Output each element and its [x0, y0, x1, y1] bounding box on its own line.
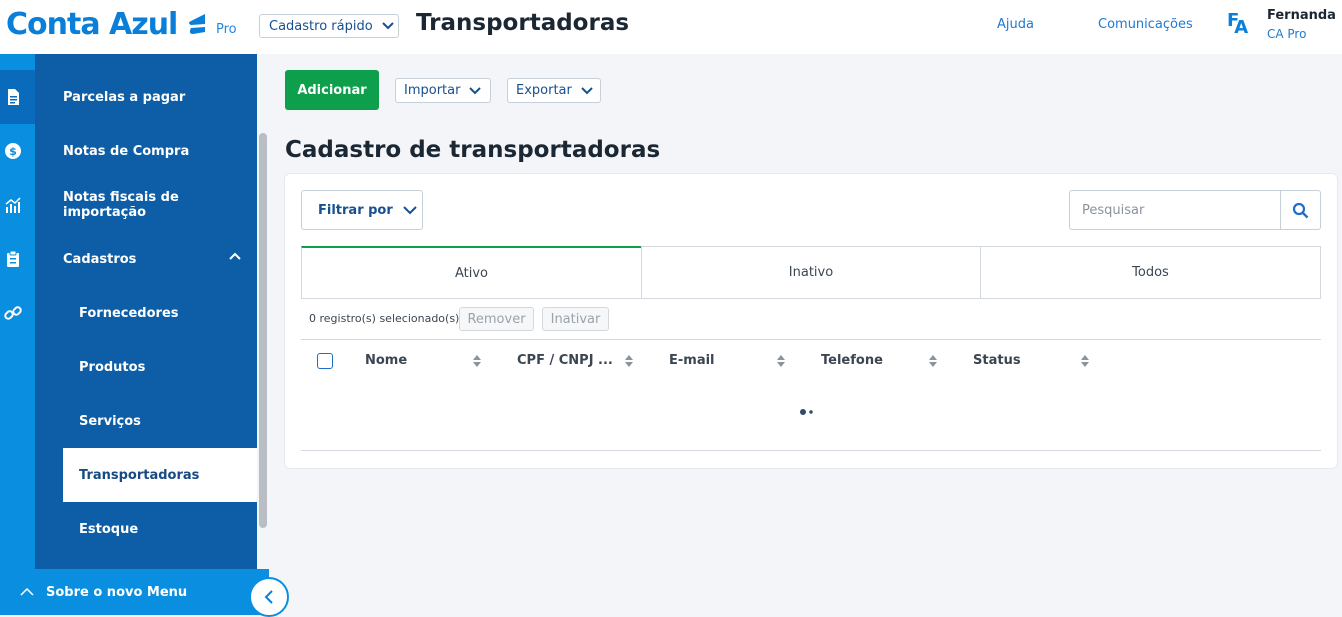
table-bottom-divider	[301, 450, 1321, 451]
column-header-email[interactable]: E-mail	[669, 353, 715, 368]
logo-mark-icon	[189, 14, 206, 34]
import-button-label: Importar	[404, 83, 461, 98]
top-header: Conta Azul Pro Cadastro rápido Transport…	[0, 0, 1342, 54]
sidebar-item-label: Produtos	[79, 359, 146, 375]
sidebar-item-cadastros[interactable]: Cadastros	[35, 232, 257, 286]
sidebar-item-label: Notas fiscais de importação	[63, 190, 179, 220]
sidebar-item-label: Cadastros	[63, 251, 137, 267]
chevron-down-icon	[381, 22, 394, 30]
section-title: Cadastro de transportadoras	[285, 137, 661, 163]
column-header-nome[interactable]: Nome	[365, 353, 407, 368]
sidebar-item-label: Fornecedores	[79, 305, 179, 321]
add-button-label: Adicionar	[297, 82, 367, 98]
sidebar-item-servicos[interactable]: Serviços	[35, 394, 257, 448]
logo[interactable]: Conta Azul	[6, 6, 207, 46]
select-all-checkbox[interactable]	[317, 353, 333, 369]
sort-icon[interactable]	[1080, 354, 1090, 368]
avatar[interactable]: FA	[1227, 10, 1251, 38]
remove-button[interactable]: Remover	[459, 307, 534, 331]
document-icon[interactable]	[4, 88, 22, 106]
sidebar-item-label: Transportadoras	[79, 467, 200, 483]
table-header-divider	[301, 339, 1321, 340]
column-header-telefone[interactable]: Telefone	[821, 353, 883, 368]
import-button[interactable]: Importar	[395, 78, 491, 103]
icon-rail: $	[0, 54, 35, 569]
tab-ativo[interactable]: Ativo	[301, 246, 642, 299]
collapse-sidebar-button[interactable]	[249, 577, 289, 617]
link-icon[interactable]	[4, 304, 22, 322]
sidebar-item-label: Parcelas a pagar	[63, 89, 186, 105]
search-button[interactable]	[1280, 190, 1321, 230]
sidebar: Parcelas a pagar Notas de Compra Notas f…	[35, 54, 257, 569]
chart-icon[interactable]	[4, 196, 22, 214]
sort-icon[interactable]	[776, 354, 786, 368]
communications-link[interactable]: Comunicações	[1098, 17, 1193, 32]
sidebar-item-label: Estoque	[79, 521, 139, 537]
chevron-down-icon	[581, 86, 593, 94]
new-menu-info-bar[interactable]: Sobre o novo Menu	[0, 569, 269, 615]
column-header-cpf-cnpj[interactable]: CPF / CNPJ ...	[517, 353, 613, 368]
search-placeholder: Pesquisar	[1082, 202, 1145, 218]
selection-count: 0 registro(s) selecionado(s)	[309, 312, 460, 325]
tab-inativo[interactable]: Inativo	[641, 246, 981, 299]
logo-pro-label: Pro	[216, 22, 237, 37]
tab-todos[interactable]: Todos	[980, 246, 1321, 299]
sidebar-item-transportadoras[interactable]: Transportadoras	[63, 448, 257, 502]
chevron-down-icon	[469, 86, 482, 94]
sidebar-item-parcelas-a-pagar[interactable]: Parcelas a pagar	[35, 70, 257, 124]
column-header-status[interactable]: Status	[973, 353, 1021, 368]
logo-text: Conta Azul	[6, 7, 178, 42]
deactivate-button[interactable]: Inativar	[542, 307, 609, 331]
sort-icon[interactable]	[928, 354, 938, 368]
sidebar-item-estoque[interactable]: Estoque	[35, 502, 257, 556]
user-plan: CA Pro	[1267, 27, 1307, 41]
export-button-label: Exportar	[516, 83, 572, 98]
sort-icon[interactable]	[624, 354, 634, 368]
tab-label: Inativo	[788, 265, 834, 280]
sidebar-item-produtos[interactable]: Produtos	[35, 340, 257, 394]
avatar-initial-second: A	[1234, 17, 1249, 38]
chevron-up-icon	[20, 588, 34, 596]
page-title: Transportadoras	[416, 10, 630, 36]
svg-text:$: $	[9, 145, 17, 158]
user-name[interactable]: Fernanda	[1267, 8, 1336, 23]
loading-spinner-icon	[800, 409, 813, 415]
tab-label: Todos	[1132, 265, 1169, 280]
search-icon	[1292, 202, 1309, 218]
help-link[interactable]: Ajuda	[997, 17, 1034, 32]
export-button[interactable]: Exportar	[507, 78, 601, 103]
new-menu-label: Sobre o novo Menu	[46, 584, 188, 600]
sidebar-item-label: Serviços	[79, 413, 141, 429]
sort-icon[interactable]	[472, 354, 482, 368]
chevron-down-icon	[403, 205, 417, 214]
tab-label: Ativo	[454, 265, 489, 281]
quick-register-label: Cadastro rápido	[269, 18, 373, 34]
sidebar-item-notas-de-compra[interactable]: Notas de Compra	[35, 124, 257, 178]
quick-register-button[interactable]: Cadastro rápido	[259, 14, 399, 38]
sidebar-item-label: Notas de Compra	[63, 143, 190, 159]
chevron-up-icon	[229, 252, 241, 260]
search-input[interactable]: Pesquisar	[1069, 190, 1281, 230]
deactivate-button-label: Inativar	[550, 311, 601, 327]
sidebar-item-fornecedores[interactable]: Fornecedores	[35, 286, 257, 340]
filter-button-label: Filtrar por	[318, 202, 393, 218]
clipboard-icon[interactable]	[4, 250, 22, 268]
filter-button[interactable]: Filtrar por	[301, 190, 423, 230]
sidebar-item-notas-fiscais-importacao[interactable]: Notas fiscais de importação	[35, 178, 257, 232]
add-button[interactable]: Adicionar	[285, 70, 379, 110]
dollar-icon[interactable]: $	[4, 142, 22, 160]
chevron-left-icon	[264, 590, 273, 604]
remove-button-label: Remover	[467, 311, 526, 327]
sidebar-scrollbar-thumb[interactable]	[259, 133, 267, 528]
